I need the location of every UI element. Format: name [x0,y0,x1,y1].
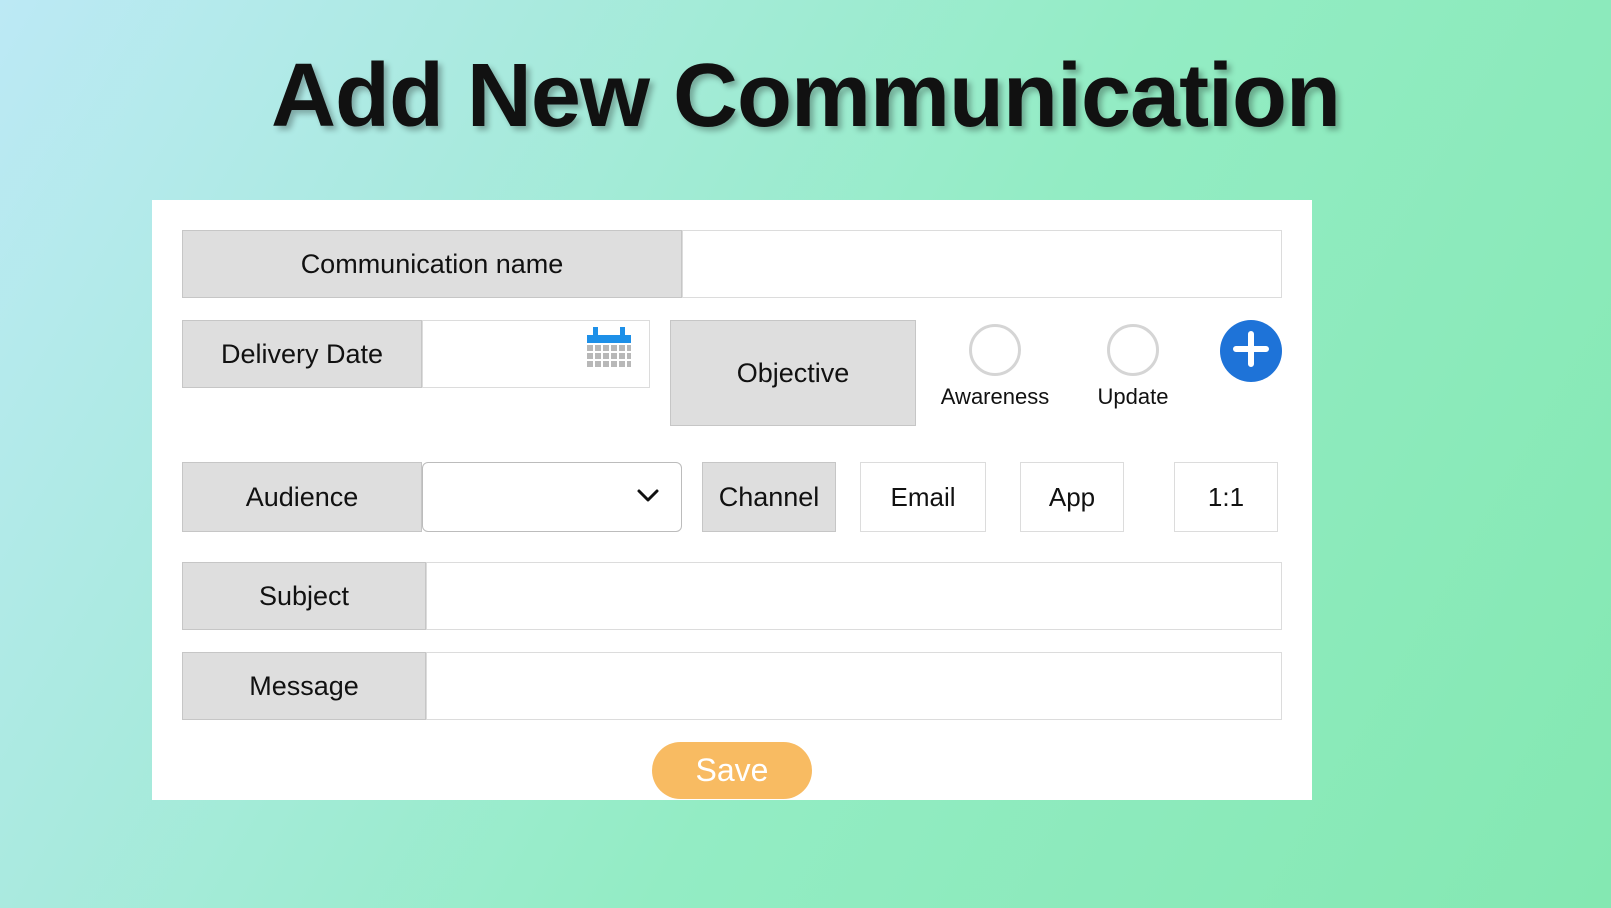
radio-label-update: Update [1098,384,1169,410]
row-message: Message [182,652,1282,720]
label-communication-name: Communication name [182,230,682,298]
input-delivery-date[interactable] [422,320,650,388]
input-message[interactable] [426,652,1282,720]
add-objective-button[interactable] [1220,320,1282,382]
channel-option-email[interactable]: Email [860,462,986,532]
save-wrap: Save [182,742,1282,799]
row-delivery-objective: Delivery Date Objective Awarene [182,320,1282,426]
label-delivery-date: Delivery Date [182,320,422,388]
input-subject[interactable] [426,562,1282,630]
radio-label-awareness: Awareness [941,384,1049,410]
channel-option-1-1[interactable]: 1:1 [1174,462,1278,532]
chevron-down-icon [635,482,661,513]
label-channel: Channel [702,462,836,532]
label-subject: Subject [182,562,426,630]
plus-icon [1232,330,1270,373]
row-audience-channel: Audience Channel Email App 1:1 [182,462,1282,532]
save-button[interactable]: Save [652,742,813,799]
radio-update[interactable] [1107,324,1159,376]
label-message: Message [182,652,426,720]
calendar-icon [583,325,635,382]
page-title: Add New Communication [0,0,1611,148]
label-audience: Audience [182,462,422,532]
input-communication-name[interactable] [682,230,1282,298]
select-audience[interactable] [422,462,682,532]
row-subject: Subject [182,562,1282,630]
objective-option-awareness: Awareness [940,320,1050,410]
label-objective: Objective [670,320,916,426]
form-card: Communication name Delivery Date Objecti… [152,200,1312,800]
radio-awareness[interactable] [969,324,1021,376]
channel-option-app[interactable]: App [1020,462,1124,532]
row-communication-name: Communication name [182,230,1282,298]
objective-option-update: Update [1078,320,1188,410]
objective-options: Awareness Update [940,320,1282,410]
